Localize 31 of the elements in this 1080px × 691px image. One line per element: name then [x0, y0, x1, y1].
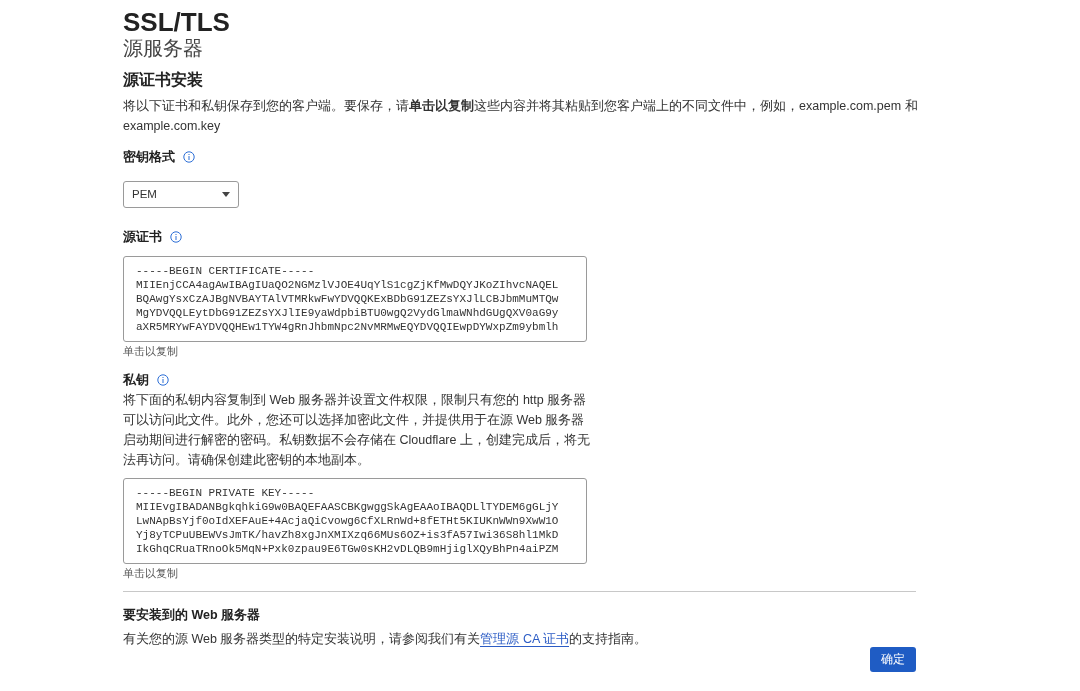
page-title: SSL/TLS — [123, 8, 230, 36]
code-line: MIIEnjCCA4agAwIBAgIUaQO2NGMzlVJOE4UqYlS1cgZjKfMwDQYJKoZIhvcNAQEL — [136, 277, 560, 292]
code-line: BQAwgYsxCzAJBgNVBAYTAlVTMRkwFwYDVQQKExBDbG91ZEZsYXJlLCBJbmMuMTQw — [136, 291, 560, 306]
code-line: MgYDVQQLEytDbG91ZEZsYXJlIE9yaWdpbiBTU0wgQ2VydGlmaWNhdGUgQXV0aG9y — [136, 305, 560, 320]
code-line: Yj8yTCPuUBEWVsJmTK/havZh8xgJnXMIXzq66MUs6OZ+is3fA57Iwi36S8hl1MkD — [136, 527, 560, 542]
copy-hint: 单击以复制 — [123, 565, 178, 581]
code-line: -----BEGIN CERTIFICATE----- — [136, 263, 316, 278]
code-box[interactable] — [123, 477, 587, 564]
support-link[interactable]: 管理源 CA 证书 — [480, 632, 570, 647]
code-line: IkGhqCRuaTRnoOk5MqN+Pxk0zpau9E6TGw0sKH2vDLQB9mHjiglXQyBhPn4aiPZM — [136, 541, 560, 556]
code-line: -----BEGIN PRIVATE KEY----- — [136, 485, 316, 500]
support-text: 有关您的源 Web 服务器类型的特定安装说明，请参阅我们有关管理源 CA 证书的支持指南。 — [123, 631, 648, 649]
field-label: 源证书 — [123, 228, 162, 246]
page-subtitle: 源服务器 — [123, 36, 203, 60]
code-line: LwNApBsYjf0oIdXEFAuE+4AcjaQiCvowg6CfXLRnWd+8fETHt5KIUKnWWn9XwW1O — [136, 513, 560, 528]
info-icon[interactable] — [157, 374, 169, 387]
info-icon[interactable] — [183, 151, 195, 164]
ok-button[interactable]: 确定 — [870, 646, 916, 672]
section-description: 将以下证书和私钥保存到您的客户端。要保存，请单击以复制这些内容并将其粘贴到您客户端上的不同文件中，例如，example.com.pem 和 example.com.key — [123, 98, 919, 135]
info-icon[interactable] — [170, 231, 182, 244]
code-box[interactable] — [123, 255, 587, 342]
code-line: MIIEvgIBADANBgkqhkiG9w0BAQEFAASCBKgwggSkAgEAAoIBAQDLlTYDEM6gGLjY — [136, 499, 560, 514]
copy-hint: 单击以复制 — [123, 343, 178, 359]
code-line: aXR5MRYwFAYDVQQHEw1TYW4gRnJhbmNpc2NvMRMwEQYDVQQIEwpDYWxpZm9ybmlh — [136, 319, 560, 334]
format-select[interactable]: PEM — [123, 180, 239, 208]
field-label: 私钥 — [123, 372, 149, 389]
caret-icon — [222, 191, 230, 197]
field-label: 密钥格式 — [123, 149, 175, 166]
key-description: 将下面的私钥内容复制到 Web 服务器并设置文件权限，限制只有您的 http 服务器可以访问此文件。此外，您还可以选择加密此文件，并提供用于在源 Web 服务器启动期间进行解密的密码。私钥数据不会存储在 Cloudflare 上，创建完成后，将无法再访问。请确保创建此密钥的本地副本。 — [123, 391, 591, 469]
section-heading: 要安装到的 Web 服务器 — [123, 606, 261, 625]
section-heading: 源证书安装 — [123, 70, 203, 90]
